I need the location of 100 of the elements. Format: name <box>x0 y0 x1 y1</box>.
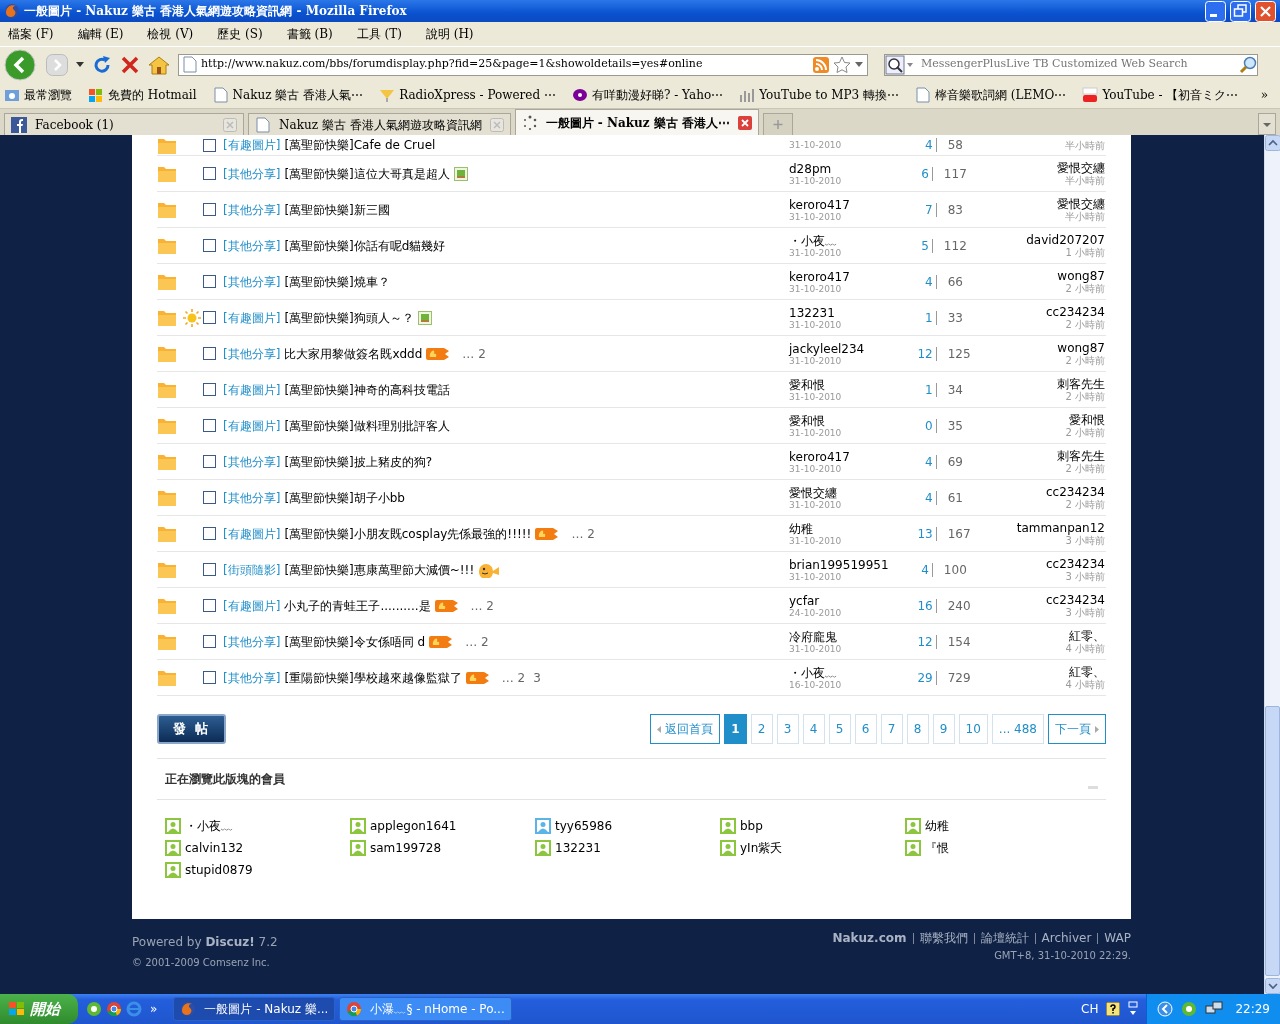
author-link[interactable]: 132231 <box>789 305 904 320</box>
menu-item[interactable]: 說明 (H) <box>425 25 474 43</box>
bookmark-star-icon[interactable] <box>833 56 851 73</box>
thread-title-link[interactable]: [萬聖節快樂]Cafe de Cruel <box>284 136 436 154</box>
member-link[interactable]: applegon1641 <box>370 817 457 835</box>
category-link[interactable]: [有趣圖片] <box>223 524 281 543</box>
member-link[interactable]: tyy65986 <box>555 817 613 835</box>
last-poster-link[interactable]: cc234234 <box>984 557 1105 571</box>
thread-title-link[interactable]: [重陽節快樂]學校越來越像監獄了 <box>284 668 462 687</box>
author-link[interactable]: jackyleel234 <box>789 341 904 356</box>
thread-title-link[interactable]: [萬聖節快樂]披上豬皮的狗? <box>284 452 433 471</box>
page-number-link[interactable]: 3 <box>776 714 799 744</box>
page-number-link[interactable]: 8 <box>906 714 929 744</box>
tab-list-button[interactable] <box>1258 113 1276 135</box>
last-poster-link[interactable]: cc234234 <box>984 485 1105 499</box>
last-poster-link[interactable]: 愛恨交纏 <box>984 197 1105 211</box>
category-link[interactable]: [有趣圖片] <box>223 380 281 399</box>
last-poster-link[interactable]: david207207 <box>984 233 1105 247</box>
thread-title-link[interactable]: [萬聖節快樂]狗頭人～？ <box>284 308 414 327</box>
last-poster-link[interactable]: cc234234 <box>984 593 1105 607</box>
checkbox[interactable] <box>203 419 216 432</box>
thread-title-link[interactable]: 比大家用黎做簽名既xddd <box>284 344 423 363</box>
bookmark-item[interactable]: 檸音樂歌詞網 (LEMO⋯ <box>915 86 1067 104</box>
close-button[interactable] <box>1255 0 1276 22</box>
member-link[interactable]: stupid0879 <box>185 861 253 879</box>
member-link[interactable]: sam199728 <box>370 839 442 857</box>
bookmark-item[interactable]: 有咩動漫好睇? - Yaho⋯ <box>571 86 724 104</box>
footer-link[interactable]: 論壇統計 <box>973 933 1035 944</box>
network-icon[interactable] <box>1205 1001 1224 1017</box>
member-link[interactable]: ・小夜﹏ <box>185 817 233 835</box>
category-link[interactable]: [其他分享] <box>223 236 281 255</box>
member-link[interactable]: bbp <box>740 817 763 835</box>
checkbox[interactable] <box>203 383 216 396</box>
page-number-link[interactable]: 4 <box>802 714 825 744</box>
address-bar[interactable]: http://www.nakuz.com/bbs/forumdisplay.php?fid=25&page=1&showoldetails=yes#online <box>178 53 868 76</box>
footer-link[interactable]: Archiver <box>1034 933 1098 944</box>
scroll-down-button[interactable] <box>1265 978 1280 994</box>
category-link[interactable]: [其他分享] <box>223 452 281 471</box>
page-link[interactable]: … 2 <box>571 524 595 543</box>
checkbox[interactable] <box>203 275 216 288</box>
author-link[interactable]: keroro417 <box>789 197 904 212</box>
reload-icon[interactable] <box>92 54 112 75</box>
checkbox[interactable] <box>203 599 216 612</box>
page-link[interactable]: … 2 <box>501 668 526 687</box>
search-engine-icon[interactable] <box>885 54 915 75</box>
thread-title-link[interactable]: [萬聖節快樂]做料理別批評客人 <box>284 416 450 435</box>
language-indicator[interactable]: CH <box>1081 1000 1099 1018</box>
thread-title-link[interactable]: [萬聖節快樂]小朋友既cosplay先係最強的!!!!! <box>284 524 532 543</box>
author-link[interactable]: 愛和恨 <box>789 413 904 428</box>
author-link[interactable]: keroro417 <box>789 269 904 284</box>
category-link[interactable]: [其他分享] <box>223 632 281 651</box>
input-options-icon[interactable] <box>1128 1001 1139 1017</box>
menu-item[interactable]: 檔案 (F) <box>8 25 54 43</box>
quick-launch-overflow-button[interactable]: » <box>150 1000 158 1018</box>
thread-title-link[interactable]: [萬聖節快樂]你話有呢d貓幾好 <box>284 236 446 255</box>
member-link[interactable]: calvin132 <box>185 839 244 857</box>
page-number-link[interactable]: 1 <box>724 714 747 744</box>
member-link[interactable]: 幼稚 <box>925 817 949 835</box>
bookmark-item[interactable]: Nakuz 樂古 香港人氣⋯ <box>212 86 364 104</box>
page-number-link[interactable]: 7 <box>880 714 903 744</box>
back-button[interactable] <box>4 48 38 81</box>
chrome-icon[interactable] <box>106 1001 122 1017</box>
last-poster-link[interactable]: 刺客先生 <box>984 377 1105 391</box>
footer-link[interactable]: 聯繫我們 <box>912 933 974 944</box>
category-link[interactable]: [其他分享] <box>223 488 281 507</box>
minimize-button[interactable] <box>1205 0 1226 22</box>
category-link[interactable]: [其他分享] <box>223 164 281 183</box>
author-link[interactable]: keroro417 <box>789 449 904 464</box>
checkbox[interactable] <box>203 203 216 216</box>
checkbox[interactable] <box>203 563 216 576</box>
member-link[interactable]: yIn紫夭 <box>740 839 783 857</box>
checkbox[interactable] <box>203 347 216 360</box>
last-poster-link[interactable]: 愛和恨 <box>984 413 1105 427</box>
category-link[interactable]: [其他分享] <box>223 200 281 219</box>
dropdown-icon[interactable] <box>855 61 863 68</box>
checkbox[interactable] <box>203 527 216 540</box>
last-poster-link[interactable]: cc234234 <box>984 305 1105 319</box>
search-icon[interactable] <box>1239 55 1257 74</box>
category-link[interactable]: [有趣圖片] <box>223 596 281 615</box>
category-link[interactable]: [有趣圖片] <box>223 416 281 435</box>
author-link[interactable]: 愛和恨 <box>789 377 904 392</box>
page-number-link[interactable]: 2 <box>750 714 773 744</box>
checkbox[interactable] <box>203 167 216 180</box>
scrollbar-thumb[interactable] <box>1265 706 1280 976</box>
help-icon[interactable] <box>1106 1002 1121 1016</box>
thread-title-link[interactable]: [萬聖節快樂]這位大哥真是超人 <box>284 164 450 183</box>
last-poster-link[interactable]: 刺客先生 <box>984 449 1105 463</box>
menu-item[interactable]: 書籤 (B) <box>286 25 333 43</box>
page-number-link[interactable]: 6 <box>854 714 877 744</box>
author-link[interactable]: 愛恨交纏 <box>789 485 904 500</box>
page-number-link[interactable]: 10 <box>958 714 988 744</box>
menu-item[interactable]: 檢視 (V) <box>147 25 194 43</box>
page-link[interactable]: … 2 <box>470 596 494 615</box>
category-link[interactable]: [街頭隨影] <box>223 560 281 579</box>
page-link[interactable]: 3 <box>533 668 541 687</box>
category-link[interactable]: [其他分享] <box>223 668 281 687</box>
stop-icon[interactable] <box>120 54 140 75</box>
messenger-icon[interactable] <box>86 1001 102 1017</box>
category-link[interactable]: [有趣圖片] <box>223 136 281 154</box>
restore-button[interactable] <box>1230 0 1251 22</box>
